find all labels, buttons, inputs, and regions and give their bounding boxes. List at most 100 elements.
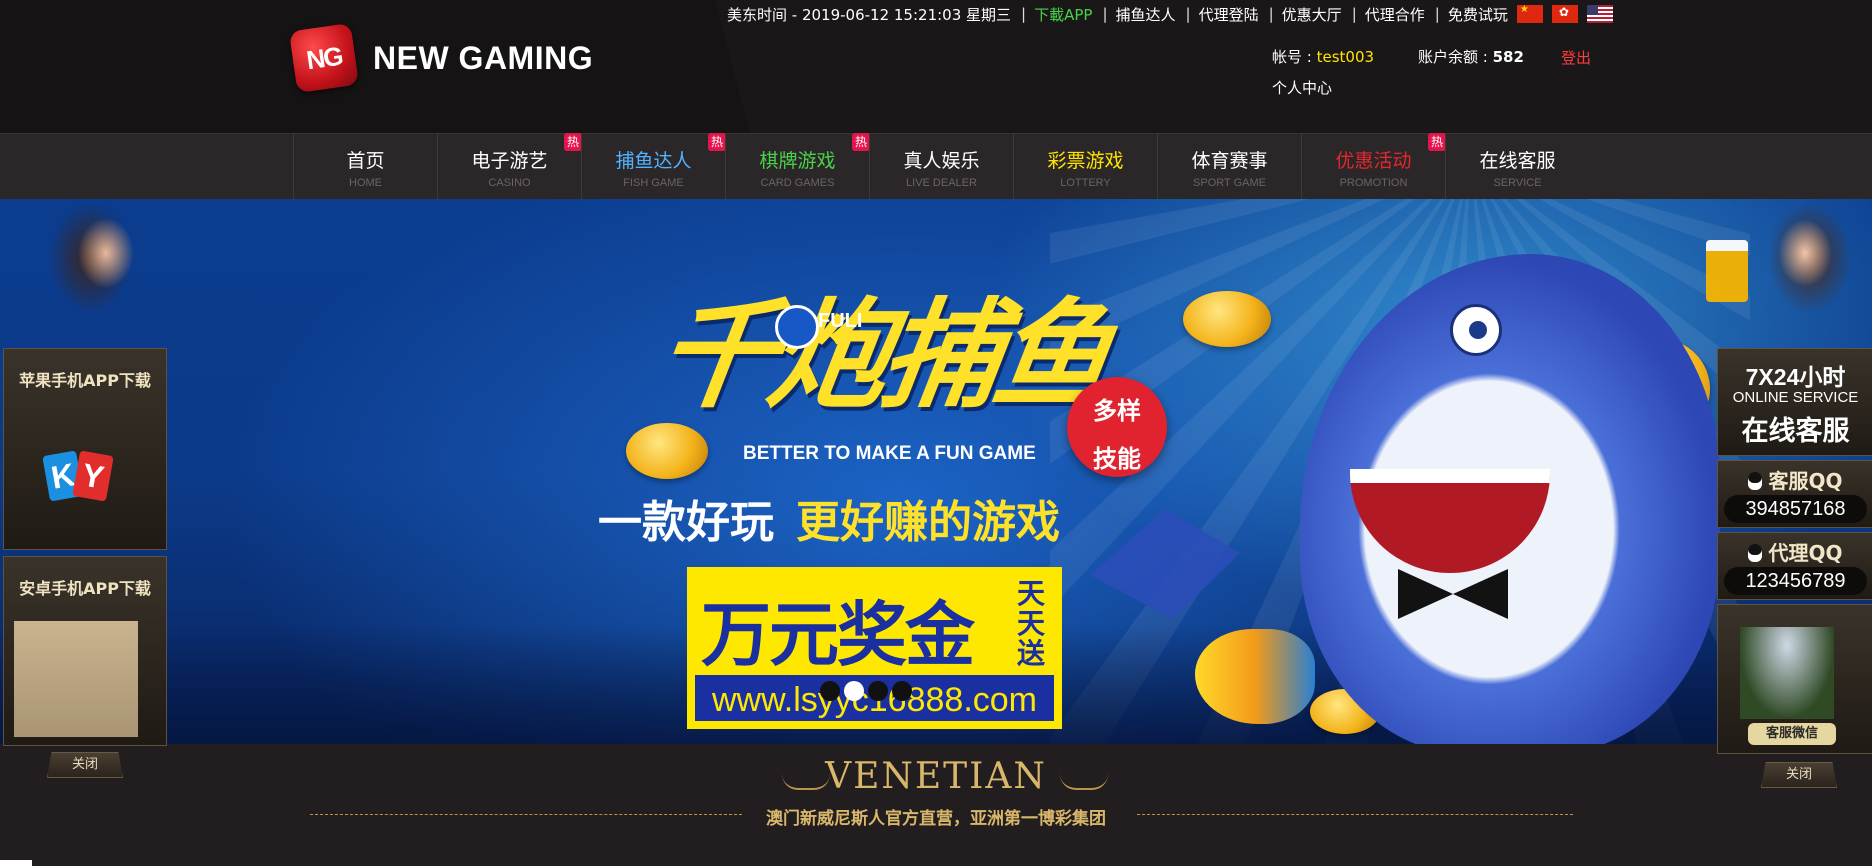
nav-item-sport-game[interactable]: 体育赛事 SPORT GAME bbox=[1157, 134, 1301, 199]
logo-text: NEW GAMING bbox=[373, 39, 594, 76]
service-en: ONLINE SERVICE bbox=[1732, 389, 1859, 406]
coin-icon bbox=[1183, 291, 1271, 347]
ky-app-icon: K Y bbox=[42, 450, 114, 517]
account-user: 帐号 : test003 bbox=[1272, 46, 1374, 67]
separator: | bbox=[1351, 5, 1357, 23]
service-cn: 在线客服 bbox=[1741, 416, 1850, 447]
banner-headline: 千炮捕鱼 bbox=[648, 285, 1117, 424]
nav-item-fish-game[interactable]: 捕鱼达人 FISH GAME 热 bbox=[581, 133, 726, 199]
separator: | bbox=[1268, 5, 1274, 23]
fishing-link[interactable]: 捕鱼达人 bbox=[1116, 4, 1176, 25]
account-balance: 账户余额 : 582 bbox=[1418, 46, 1524, 67]
android-app-title: 安卓手机APP下载 bbox=[19, 579, 151, 598]
download-app-link[interactable]: 下載APP bbox=[1034, 4, 1092, 25]
nav-item-sublabel: CARD GAMES bbox=[760, 177, 835, 189]
nav-item-label: 体育赛事 bbox=[1191, 150, 1268, 172]
nav-item-sublabel: SERVICE bbox=[1493, 177, 1542, 189]
nav-item-label: 优惠活动 bbox=[1335, 150, 1412, 172]
nav-item-label: 首页 bbox=[346, 150, 385, 172]
tagline-cn-a: 一款好玩 bbox=[598, 497, 774, 548]
banner-tagline-cn: 一款好玩 更好赚的游戏 bbox=[598, 486, 1060, 550]
hot-badge: 热 bbox=[708, 133, 726, 151]
main-nav: 首页 HOME 电子游艺 CASINO 热捕鱼达人 FISH GAME 热棋牌游戏 CARD … bbox=[0, 133, 1872, 200]
nav-item-promotion[interactable]: 优惠活动 PROMOTION 热 bbox=[1301, 133, 1446, 199]
agent-partner-link[interactable]: 代理合作 bbox=[1365, 4, 1425, 25]
support-qq-title: 客服QQ bbox=[1718, 465, 1872, 494]
nav-item-casino[interactable]: 电子游艺 CASINO 热 bbox=[437, 133, 582, 199]
corner-mark bbox=[0, 860, 32, 866]
banner-brand: FULI bbox=[818, 310, 863, 332]
flag-hk-icon[interactable] bbox=[1551, 5, 1578, 23]
agent-qq-number: 123456789 bbox=[1724, 567, 1867, 595]
nav-item-lottery[interactable]: 彩票游戏 LOTTERY bbox=[1013, 134, 1157, 199]
skill-badge-line2: 技能 bbox=[1093, 445, 1141, 473]
prize-box: 万元奖金 天天送 www.lsyyc16888.com bbox=[687, 567, 1062, 729]
hot-badge: 热 bbox=[852, 133, 870, 151]
nav-item-label: 棋牌游戏 bbox=[759, 150, 836, 172]
ios-app-download[interactable]: 苹果手机APP下载 K Y bbox=[3, 348, 167, 550]
logout-link[interactable]: 登出 bbox=[1561, 47, 1591, 68]
flag-cn-icon[interactable] bbox=[1516, 4, 1543, 23]
venetian-section: VENETIAN 澳门新威尼斯人官方直营，亚洲第一博彩集团 bbox=[0, 744, 1872, 866]
coin-icon bbox=[626, 423, 708, 479]
bowtie-icon bbox=[1398, 569, 1508, 619]
wechat-box[interactable]: 客服微信 bbox=[1717, 604, 1872, 754]
prize-side: 天天送 bbox=[1017, 577, 1046, 670]
top-bar: 美东时间 - 2019-06-12 15:21:03 星期三 | 下載APP |… bbox=[727, 2, 1613, 26]
nav-item-service[interactable]: 在线客服 SERVICE bbox=[1445, 134, 1589, 199]
skill-badge-line1: 多样 bbox=[1093, 397, 1141, 425]
ios-app-title: 苹果手机APP下载 bbox=[19, 371, 151, 390]
tagline-cn-b: 更好赚的游戏 bbox=[796, 497, 1060, 548]
nav-item-live-dealer[interactable]: 真人娱乐 LIVE DEALER bbox=[869, 134, 1013, 199]
agent-qq-box[interactable]: 代理QQ 123456789 bbox=[1717, 532, 1872, 600]
hot-badge: 热 bbox=[1428, 133, 1446, 151]
beer-icon bbox=[1706, 240, 1748, 302]
service-hours: 7X24小时 bbox=[1745, 364, 1846, 390]
slider-dot[interactable] bbox=[868, 681, 888, 701]
model-image bbox=[36, 198, 161, 348]
service-panel: 7X24小时 ONLINE SERVICE 在线客服 客服QQ 39485716… bbox=[1717, 348, 1872, 754]
shark-eye bbox=[1450, 304, 1502, 356]
support-qq-label: 客服QQ bbox=[1768, 469, 1843, 493]
promo-hall-link[interactable]: 优惠大厅 bbox=[1282, 4, 1342, 25]
free-trial-link[interactable]: 免费试玩 bbox=[1448, 4, 1508, 25]
agent-login-link[interactable]: 代理登陆 bbox=[1199, 4, 1259, 25]
balance-label: 账户余额 : bbox=[1418, 48, 1493, 66]
qq-penguin-icon bbox=[1748, 544, 1763, 562]
logo[interactable]: NG NEW GAMING bbox=[288, 22, 594, 94]
skill-badge: 多样 技能 bbox=[1067, 377, 1167, 477]
hero-banner[interactable]: 千炮捕鱼 FULI BETTER TO MAKE A FUN GAME 多样 技… bbox=[0, 199, 1872, 744]
slider-dot[interactable] bbox=[892, 681, 912, 701]
venetian-subtitle: 澳门新威尼斯人官方直营，亚洲第一博彩集团 bbox=[766, 809, 1106, 829]
slider-dot[interactable] bbox=[820, 681, 840, 701]
nav-item-home[interactable]: 首页 HOME bbox=[293, 134, 437, 199]
hot-badge: 热 bbox=[564, 133, 582, 151]
datetime: 美东时间 - 2019-06-12 15:21:03 星期三 bbox=[727, 5, 1012, 24]
banner-tagline-en: BETTER TO MAKE A FUN GAME bbox=[743, 443, 1036, 464]
fuli-logo-icon bbox=[775, 305, 819, 349]
separator: | bbox=[1102, 5, 1108, 23]
nav-item-sublabel: SPORT GAME bbox=[1193, 177, 1266, 189]
separator: | bbox=[1185, 5, 1191, 23]
user-center-link[interactable]: 个人中心 bbox=[1272, 77, 1332, 98]
header: NG NEW GAMING 美东时间 - 2019-06-12 15:21:03… bbox=[0, 0, 1872, 133]
nav-item-sublabel: FISH GAME bbox=[623, 177, 684, 189]
nav-item-label: 捕鱼达人 bbox=[615, 150, 692, 172]
slider-dots bbox=[820, 681, 912, 701]
slider-dot[interactable] bbox=[844, 681, 864, 701]
nav-item-card-games[interactable]: 棋牌游戏 CARD GAMES 热 bbox=[725, 133, 870, 199]
agent-qq-title: 代理QQ bbox=[1718, 537, 1872, 566]
flag-us-icon[interactable] bbox=[1586, 5, 1613, 23]
separator: | bbox=[1021, 5, 1027, 23]
prize-main: 万元奖金 bbox=[701, 594, 975, 676]
nav-item-sublabel: LOTTERY bbox=[1060, 177, 1111, 189]
nav-item-label: 真人娱乐 bbox=[903, 150, 980, 172]
android-qr-image bbox=[14, 621, 138, 737]
android-app-download[interactable]: 安卓手机APP下载 bbox=[3, 556, 167, 746]
support-qq-number: 394857168 bbox=[1724, 495, 1867, 523]
nav-item-label: 彩票游戏 bbox=[1047, 150, 1124, 172]
nav-items: 首页 HOME 电子游艺 CASINO 热捕鱼达人 FISH GAME 热棋牌游戏 CARD … bbox=[293, 133, 1589, 199]
nav-item-sublabel: HOME bbox=[349, 177, 382, 189]
support-qq-box[interactable]: 客服QQ 394857168 bbox=[1717, 460, 1872, 528]
online-service-box[interactable]: 7X24小时 ONLINE SERVICE 在线客服 bbox=[1717, 348, 1872, 456]
